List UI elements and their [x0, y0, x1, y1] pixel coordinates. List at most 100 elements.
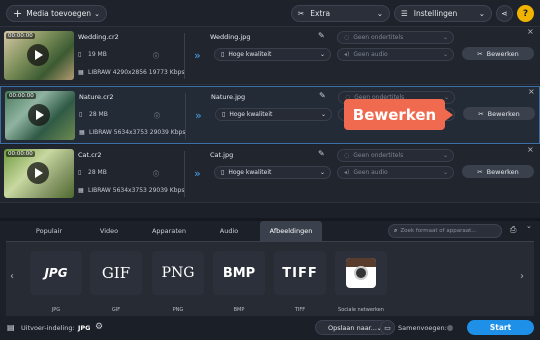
scissors-icon: ✂: [477, 167, 483, 176]
edit-button[interactable]: ✂ Bewerken: [462, 165, 534, 178]
file-row[interactable]: 00:00:00 Nature.cr2 ▯ 28 MB ⓘ ▦ LIBRAW 5…: [0, 86, 540, 144]
row-divider: [185, 93, 186, 139]
output-filename[interactable]: Cat.jpg: [210, 151, 233, 159]
duration-label: 00:00:00: [6, 151, 35, 157]
tab-label: Audio: [219, 227, 239, 235]
output-format-value[interactable]: JPG: [78, 324, 91, 332]
edit-button[interactable]: ✂ Bewerken: [462, 47, 534, 60]
format-tiff[interactable]: TIFF: [274, 251, 326, 295]
png-icon: PNG: [161, 265, 195, 281]
chevron-down-icon: ⌄: [320, 111, 326, 118]
plus-icon: +: [13, 7, 23, 20]
tooltip-label: Bewerken: [352, 105, 437, 124]
file-thumbnail[interactable]: 00:00:00: [5, 91, 75, 140]
file-size-icon: ▯: [79, 111, 83, 118]
file-icon: ▤: [7, 323, 15, 332]
edit-button[interactable]: ✂ Bewerken: [463, 107, 535, 120]
bottom-bar: ▤ Uitvoer-indeling: JPG ⚙ Opslaan naar..…: [0, 316, 540, 340]
subtitles-dropdown[interactable]: ◌ Geen ondertitels ⌄: [337, 149, 454, 162]
file-size: 28 MB: [89, 111, 108, 118]
quality-icon: ▯: [221, 169, 225, 176]
settings-button[interactable]: ☰ Instellingen ⌄: [394, 5, 492, 22]
tab-audio[interactable]: Audio: [200, 221, 258, 241]
play-button[interactable]: [27, 44, 49, 66]
share-button[interactable]: ⋖: [496, 5, 513, 22]
rename-icon[interactable]: ✎: [318, 31, 325, 40]
info-icon[interactable]: ⓘ: [154, 111, 160, 120]
file-row[interactable]: 00:00:00 Wedding.cr2 ▯ 19 MB ⓘ ▦ LIBRAW …: [0, 27, 540, 85]
add-media-label: Media toevoegen: [26, 9, 92, 18]
close-icon[interactable]: ×: [527, 145, 534, 154]
scroll-right-icon[interactable]: ›: [520, 271, 524, 282]
output-filename[interactable]: Wedding.jpg: [210, 33, 250, 41]
rename-icon[interactable]: ✎: [318, 149, 325, 158]
audio-dropdown[interactable]: ◂) Geen audio ⌄: [337, 48, 454, 61]
chevron-down-icon: ⌄: [319, 169, 325, 176]
add-media-button[interactable]: + Media toevoegen ⌄: [6, 5, 107, 22]
extra-label: Extra: [310, 9, 331, 18]
play-button[interactable]: [27, 162, 49, 184]
merge-toggle[interactable]: [447, 325, 453, 331]
edit-tooltip: Bewerken: [344, 99, 453, 130]
codec-info: LIBRAW 4290x2856 19773 Kbps: [88, 69, 185, 76]
output-filename[interactable]: Nature.jpg: [211, 93, 245, 101]
output-settings-icon[interactable]: ⚙: [95, 322, 103, 332]
format-bmp[interactable]: BMP: [213, 251, 265, 295]
device-detect-icon[interactable]: ⎙: [510, 225, 516, 235]
help-button[interactable]: ?: [517, 5, 534, 22]
folder-button[interactable]: ▭: [380, 320, 395, 335]
quality-dropdown[interactable]: ▯ Hoge kwaliteit ⌄: [214, 48, 331, 61]
settings-icon: ☰: [401, 9, 408, 18]
rename-icon[interactable]: ✎: [319, 91, 326, 100]
merge-label: Samenvoegen:: [398, 324, 447, 332]
search-placeholder: Zoek formaat of apparaat...: [400, 228, 477, 234]
quality-dropdown[interactable]: ▯ Hoge kwaliteit ⌄: [214, 166, 331, 179]
extra-button[interactable]: ✂ Extra ⌄: [291, 5, 390, 22]
tab-video[interactable]: Video: [80, 221, 138, 241]
chevron-down-icon: ⌄: [478, 9, 485, 18]
play-icon: [36, 110, 44, 120]
format-gif[interactable]: GIF: [90, 251, 142, 295]
file-size: 28 MB: [88, 169, 107, 176]
codec-icon: ▦: [78, 187, 84, 194]
format-label-bmp: BMP: [233, 307, 245, 313]
file-thumbnail[interactable]: 00:00:00: [4, 149, 74, 198]
duration-label: 00:00:00: [7, 93, 36, 99]
format-search[interactable]: ⌕ Zoek formaat of apparaat...: [388, 224, 502, 238]
format-social[interactable]: [335, 251, 387, 295]
tab-populair[interactable]: Populair: [20, 221, 78, 241]
subtitles-dropdown[interactable]: ◌ Geen ondertitels ⌄: [337, 31, 454, 44]
info-icon[interactable]: ⓘ: [153, 169, 159, 178]
audio-dropdown[interactable]: ◂) Geen audio ⌄: [337, 166, 454, 179]
chevron-down-icon: ⌄: [442, 34, 448, 41]
tools-icon: ✂: [298, 9, 305, 18]
close-icon[interactable]: ×: [527, 27, 534, 36]
help-icon: ?: [522, 8, 529, 19]
play-button[interactable]: [28, 104, 50, 126]
tiff-icon: TIFF: [282, 265, 318, 281]
file-row[interactable]: 00:00:00 Cat.cr2 ▯ 28 MB ⓘ ▦ LIBRAW 5634…: [0, 145, 540, 203]
format-panel: [6, 241, 534, 316]
scissors-icon: ✂: [478, 109, 484, 118]
tab-afbeeldingen[interactable]: Afbeeldingen: [260, 221, 322, 241]
scroll-left-icon[interactable]: ‹: [10, 271, 14, 282]
subtitles-value: Geen ondertitels: [353, 34, 404, 41]
convert-arrow-icon: »: [194, 49, 201, 62]
quality-dropdown[interactable]: ▯ Hoge kwaliteit ⌄: [215, 108, 332, 121]
info-icon[interactable]: ⓘ: [153, 51, 159, 60]
chevron-down-icon: ⌄: [319, 51, 325, 58]
folder-icon: ▭: [384, 323, 391, 332]
close-icon[interactable]: ×: [528, 87, 535, 96]
tooltip-arrow: [445, 109, 453, 121]
tab-label: Populair: [35, 227, 63, 235]
tab-apparaten[interactable]: Apparaten: [140, 221, 198, 241]
file-thumbnail[interactable]: 00:00:00: [4, 31, 74, 80]
format-png[interactable]: PNG: [152, 251, 204, 295]
start-button[interactable]: Start: [467, 320, 534, 335]
collapse-icon[interactable]: ⌄: [526, 222, 532, 230]
chevron-down-icon: ⌄: [443, 94, 449, 101]
chevron-down-icon: ⌄: [376, 9, 383, 18]
file-size: 19 MB: [88, 51, 107, 58]
format-jpg[interactable]: JPG: [30, 251, 82, 295]
save-to-button[interactable]: Opslaan naar... ⌄: [315, 320, 389, 335]
